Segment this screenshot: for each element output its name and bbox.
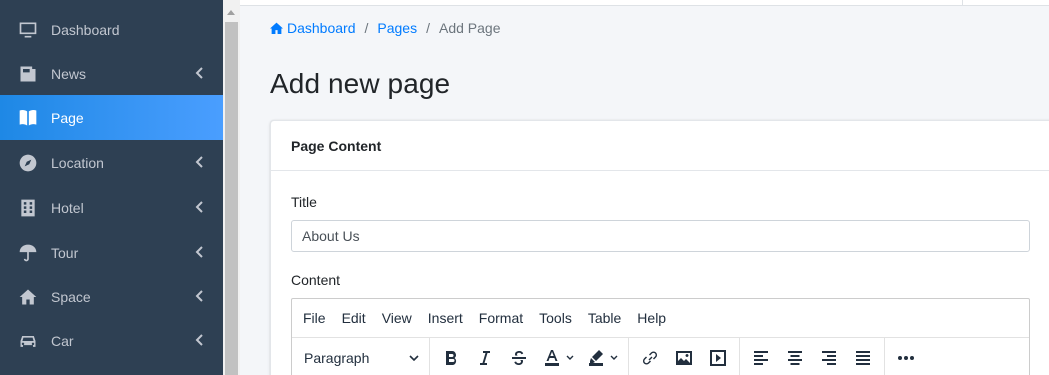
menu-file[interactable]: File (295, 310, 334, 326)
breadcrumb: Dashboard / Pages / Add Page (270, 20, 500, 36)
sidebar-item-news[interactable]: News (0, 51, 223, 96)
strikethrough-button[interactable] (502, 342, 536, 374)
alignment-group (740, 338, 885, 375)
bold-button[interactable] (434, 342, 468, 374)
sidebar-item-label: Car (51, 332, 74, 349)
align-right-icon (822, 351, 836, 365)
newspaper-icon (17, 63, 39, 85)
chevron-left-icon (195, 245, 205, 261)
align-center-icon (788, 351, 802, 365)
scrollbar-thumb[interactable] (225, 22, 238, 375)
sidebar-item-label: Hotel (51, 199, 84, 216)
align-right-button[interactable] (812, 342, 846, 374)
sidebar-item-label: Page (51, 109, 84, 126)
highlighter-icon (589, 350, 603, 366)
text-color-button[interactable] (536, 342, 580, 374)
title-label: Title (291, 194, 317, 210)
more-button[interactable] (889, 342, 923, 374)
sidebar-item-hotel[interactable]: Hotel (0, 185, 223, 230)
chevron-down-icon (409, 355, 419, 361)
block-format-select[interactable]: Paragraph (292, 338, 430, 375)
chevron-left-icon (195, 155, 205, 171)
media-icon (710, 350, 726, 366)
top-navbar (240, 0, 1049, 6)
home-icon (270, 22, 283, 34)
chevron-down-icon (610, 355, 618, 360)
title-input[interactable] (291, 220, 1030, 252)
menu-view[interactable]: View (374, 310, 420, 326)
image-button[interactable] (667, 342, 701, 374)
menu-tools[interactable]: Tools (531, 310, 580, 326)
breadcrumb-separator: / (426, 20, 430, 36)
sidebar-item-tour[interactable]: Tour (0, 230, 223, 275)
compass-icon (17, 152, 39, 174)
bold-icon (446, 351, 457, 365)
breadcrumb-pages-link[interactable]: Pages (377, 20, 417, 36)
more-icon (898, 356, 914, 360)
align-justify-button[interactable] (846, 342, 880, 374)
page-title: Add new page (270, 68, 451, 99)
link-icon (642, 351, 658, 365)
sidebar-item-label: Space (51, 288, 91, 305)
page-content-card: Page Content Title Content File Edit Vie… (270, 120, 1049, 375)
car-icon (17, 330, 39, 352)
breadcrumb-dashboard-link[interactable]: Dashboard (270, 20, 356, 36)
chevron-left-icon (195, 333, 205, 349)
sidebar-item-label: Dashboard (51, 21, 120, 38)
scroll-up-arrow-icon[interactable] (227, 10, 235, 15)
umbrella-icon (17, 242, 39, 264)
editor-toolbar: Paragraph (292, 338, 1029, 375)
menu-edit[interactable]: Edit (334, 310, 374, 326)
italic-icon (480, 351, 490, 365)
menu-format[interactable]: Format (471, 310, 531, 326)
building-icon (17, 197, 39, 219)
chevron-left-icon (195, 200, 205, 216)
align-left-button[interactable] (744, 342, 778, 374)
sidebar-item-car[interactable]: Car (0, 318, 223, 363)
link-button[interactable] (633, 342, 667, 374)
sidebar-item-page[interactable]: Page (0, 95, 223, 140)
sidebar-item-dashboard[interactable]: Dashboard (0, 7, 223, 52)
breadcrumb-current: Add Page (438, 20, 501, 36)
sidebar-scrollbar[interactable] (223, 0, 240, 375)
chevron-left-icon (195, 289, 205, 305)
text-style-group (430, 338, 629, 375)
sidebar-item-location[interactable]: Location (0, 140, 223, 185)
chevron-left-icon (195, 66, 205, 82)
navbar-divider (962, 0, 963, 6)
sidebar-item-label: Location (51, 154, 104, 171)
image-icon (676, 351, 692, 365)
home-icon (17, 286, 39, 308)
menu-table[interactable]: Table (580, 310, 629, 326)
media-button[interactable] (701, 342, 735, 374)
align-justify-icon (856, 351, 870, 365)
menu-insert[interactable]: Insert (420, 310, 471, 326)
sidebar-item-label: News (51, 65, 87, 82)
align-left-icon (754, 351, 768, 365)
italic-button[interactable] (468, 342, 502, 374)
editor-menubar: File Edit View Insert Format Tools Table… (292, 299, 1029, 338)
sidebar-item-space[interactable]: Space (0, 274, 223, 319)
breadcrumb-separator: / (364, 20, 369, 36)
monitor-icon (17, 19, 39, 41)
strikethrough-icon (512, 351, 526, 365)
book-icon (17, 107, 39, 129)
content-label: Content (291, 272, 341, 288)
sidebar-item-label: Tour (51, 244, 79, 261)
sidebar: Dashboard News Page Location Hotel Tour … (0, 0, 223, 375)
menu-help[interactable]: Help (629, 310, 674, 326)
rich-text-editor: File Edit View Insert Format Tools Table… (291, 298, 1030, 375)
insert-group (629, 338, 740, 375)
chevron-down-icon (566, 355, 574, 360)
text-color-icon (545, 350, 559, 366)
block-format-value: Paragraph (304, 350, 370, 366)
highlight-color-button[interactable] (580, 342, 624, 374)
card-header: Page Content (271, 121, 1049, 171)
align-center-button[interactable] (778, 342, 812, 374)
more-group (885, 338, 927, 375)
